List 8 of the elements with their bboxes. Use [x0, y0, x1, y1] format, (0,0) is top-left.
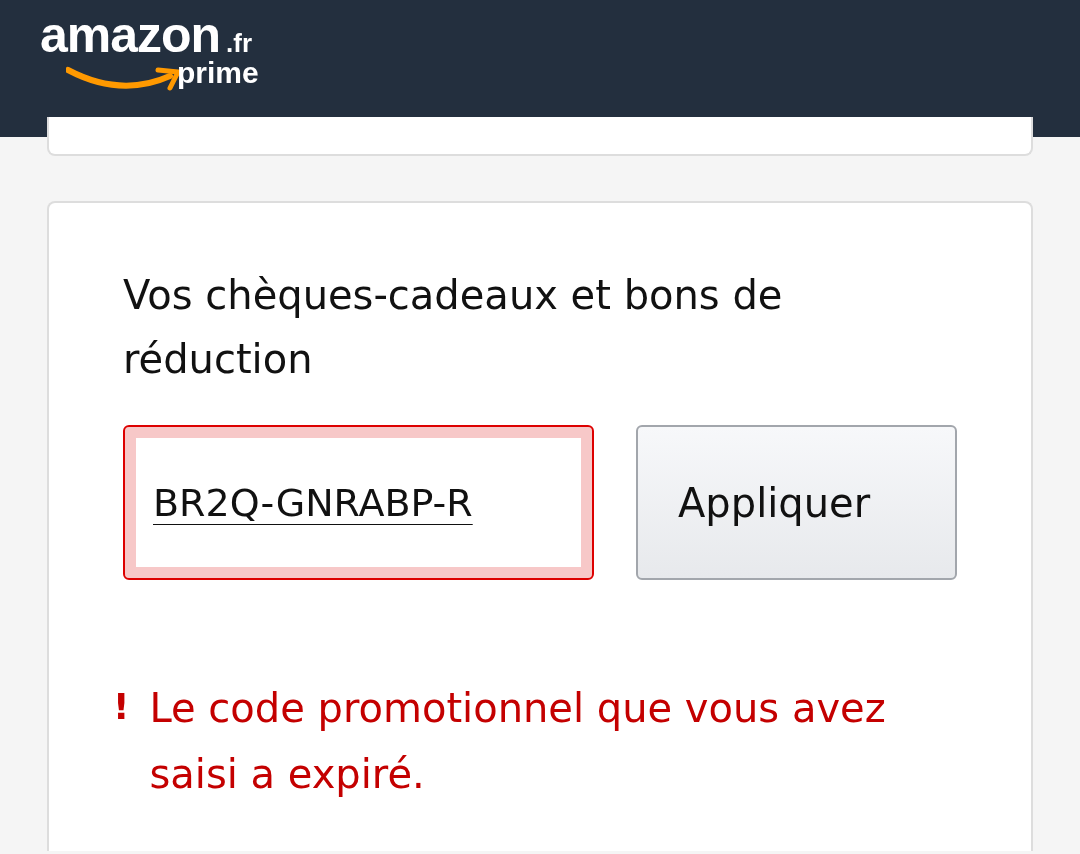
amazon-logo[interactable]: amazon.fr prime [40, 14, 280, 114]
apply-button[interactable]: Appliquer [636, 425, 957, 580]
promo-code-field[interactable]: BR2Q-GNRABP-R [123, 425, 594, 580]
logo-prime: prime [177, 56, 259, 90]
error-icon: ! [113, 675, 130, 807]
error-message: Le code promotionnel que vous avez saisi a expiré. [149, 684, 887, 799]
logo-domain: .fr [226, 28, 252, 59]
section-title: Vos chèques-cadeaux et bons de réduction [123, 271, 784, 384]
